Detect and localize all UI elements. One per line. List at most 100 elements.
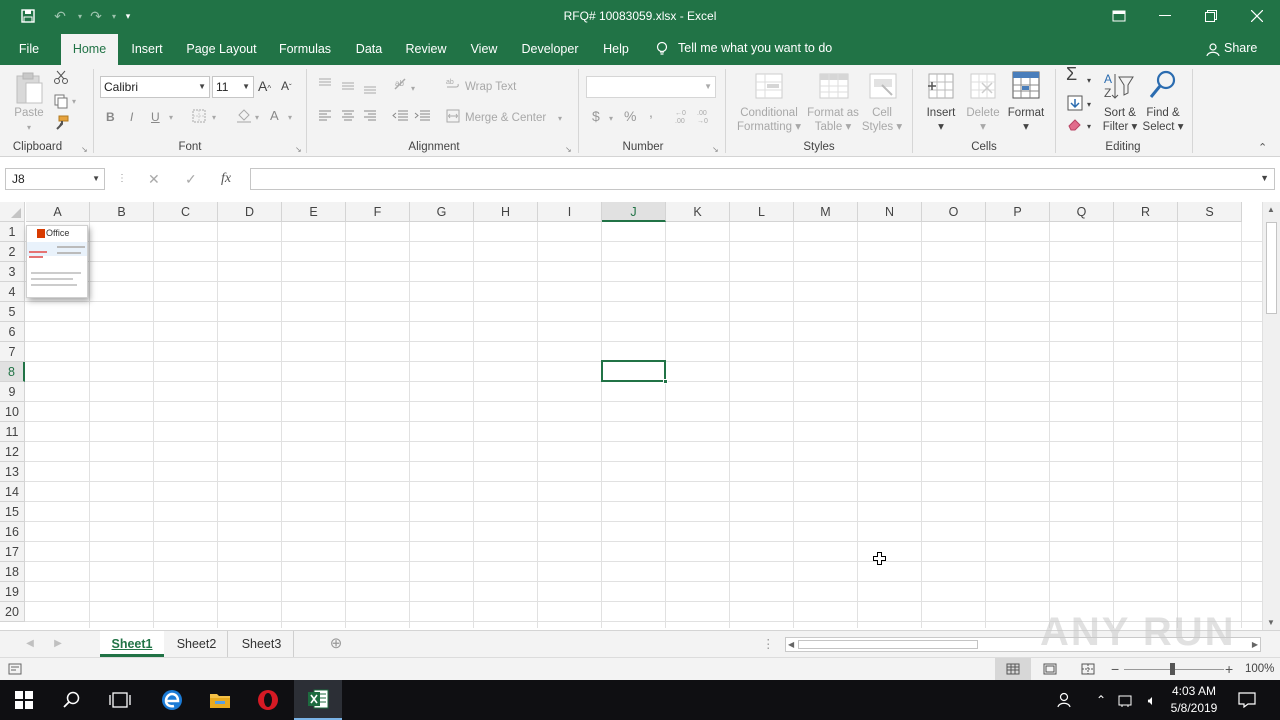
tab-splitter-icon[interactable]: ⋮ (762, 631, 775, 657)
task-view-icon[interactable] (96, 680, 144, 720)
show-hidden-icons-icon[interactable]: ⌃ (1090, 680, 1112, 720)
file-explorer-icon[interactable] (196, 680, 244, 720)
embedded-office-image[interactable]: Office (26, 225, 88, 298)
orientation-icon[interactable]: ab (393, 77, 409, 94)
top-align-icon[interactable] (317, 77, 333, 94)
merge-center-icon[interactable] (446, 109, 460, 126)
increase-decimal-icon[interactable]: ←0.00 (675, 108, 691, 127)
minimize-icon[interactable] (1142, 0, 1188, 32)
people-icon[interactable] (1044, 680, 1088, 720)
close-window-icon[interactable] (1234, 0, 1280, 32)
vertical-scrollbar[interactable]: ▲ ▼ (1262, 202, 1280, 632)
column-header[interactable]: R (1114, 202, 1178, 222)
tab-home[interactable]: Home (61, 34, 118, 65)
decrease-indent-icon[interactable] (391, 109, 409, 126)
name-box[interactable]: J8 ▼ (5, 168, 105, 190)
row-header[interactable]: 14 (0, 482, 25, 502)
column-header[interactable]: D (218, 202, 282, 222)
decrease-decimal-icon[interactable]: .00 →0 (697, 108, 713, 127)
merge-dropdown-icon[interactable]: ▾ (558, 112, 562, 126)
row-header[interactable]: 3 (0, 262, 25, 282)
font-launcher-icon[interactable]: ↘ (295, 145, 302, 154)
macro-recording-icon[interactable] (8, 663, 22, 678)
increase-indent-icon[interactable] (413, 109, 431, 126)
tab-file[interactable]: File (10, 34, 48, 65)
row-header[interactable]: 12 (0, 442, 25, 462)
cancel-icon[interactable]: ✕ (148, 168, 160, 190)
italic-button[interactable]: I (130, 110, 133, 124)
restore-icon[interactable] (1188, 0, 1234, 32)
excel-taskbar-icon[interactable] (294, 680, 342, 720)
row-header[interactable]: 10 (0, 402, 25, 422)
row-header[interactable]: 7 (0, 342, 25, 362)
autosum-dropdown-icon[interactable]: ▾ (1087, 74, 1091, 88)
row-header[interactable]: 11 (0, 422, 25, 442)
align-left-icon[interactable] (317, 109, 333, 126)
comma-button[interactable]: , (649, 105, 653, 119)
column-header[interactable]: J (602, 202, 666, 222)
collapse-ribbon-icon[interactable]: ⌃ (1258, 141, 1267, 154)
underline-dropdown-icon[interactable]: ▾ (169, 111, 173, 125)
zoom-slider-thumb[interactable] (1170, 663, 1175, 675)
bottom-align-icon[interactable] (362, 81, 378, 98)
format-cells-icon[interactable] (1010, 69, 1042, 104)
column-header[interactable]: Q (1050, 202, 1114, 222)
insert-cells-button[interactable]: Insert ▾ (918, 106, 964, 134)
fill-handle[interactable] (663, 379, 668, 384)
horizontal-scroll-thumb[interactable] (798, 640, 978, 649)
percent-button[interactable]: % (624, 109, 636, 123)
row-header[interactable]: 19 (0, 582, 25, 602)
row-header[interactable]: 16 (0, 522, 25, 542)
fill-dropdown-icon[interactable]: ▾ (1087, 98, 1091, 112)
prev-sheet-icon[interactable]: ◀ (22, 631, 38, 657)
cell-styles-icon[interactable] (868, 71, 898, 104)
font-color-dropdown-icon[interactable]: ▾ (288, 111, 292, 125)
delete-cells-button[interactable]: Delete ▾ (960, 106, 1006, 134)
row-header[interactable]: 2 (0, 242, 25, 262)
format-as-table-icon[interactable] (818, 71, 850, 104)
copy-dropdown-icon[interactable]: ▾ (72, 95, 76, 109)
sheet-tab-sheet2[interactable]: Sheet2 (166, 631, 228, 657)
insert-function-icon[interactable]: fx (221, 168, 231, 190)
paste-icon[interactable] (14, 71, 44, 108)
edge-browser-icon[interactable] (148, 680, 196, 720)
enter-icon[interactable]: ✓ (185, 168, 197, 190)
cell-styles-button[interactable]: Cell Styles ▾ (858, 106, 906, 134)
tab-page-layout[interactable]: Page Layout (180, 34, 263, 65)
font-size-select[interactable]: 11 ▼ (212, 76, 254, 98)
scroll-left-icon[interactable]: ◀ (788, 638, 794, 651)
normal-view-icon[interactable] (995, 658, 1031, 680)
vertical-scroll-thumb[interactable] (1266, 222, 1277, 314)
tab-view[interactable]: View (464, 34, 504, 65)
format-cells-button[interactable]: Format ▾ (1002, 106, 1050, 134)
row-header[interactable]: 17 (0, 542, 25, 562)
tab-review[interactable]: Review (400, 34, 452, 65)
page-layout-view-icon[interactable] (1043, 663, 1057, 678)
column-header[interactable]: E (282, 202, 346, 222)
autosum-icon[interactable]: Σ (1066, 65, 1077, 83)
action-center-icon[interactable] (1226, 680, 1268, 720)
conditional-formatting-button[interactable]: Conditional Formatting ▾ (732, 106, 806, 134)
column-header[interactable]: N (858, 202, 922, 222)
clear-eraser-icon[interactable] (1067, 117, 1083, 134)
page-break-preview-icon[interactable] (1081, 663, 1095, 678)
column-header[interactable]: F (346, 202, 410, 222)
row-header[interactable]: 8 (0, 362, 25, 382)
column-header[interactable]: I (538, 202, 602, 222)
worksheet-grid[interactable]: A B C D E F G H I J K L M N O P Q R S 1 2 3 4 5 6 7 8 9 10 11 12 13 14 15… (0, 202, 1262, 628)
middle-align-icon[interactable] (340, 79, 356, 96)
select-all-corner[interactable] (0, 202, 25, 222)
sheet-tab-sheet1[interactable]: Sheet1 (100, 631, 164, 657)
wrap-text-icon[interactable]: ab (446, 77, 460, 94)
paste-dropdown-icon[interactable]: ▾ (24, 121, 34, 135)
conditional-formatting-icon[interactable] (754, 71, 784, 104)
format-painter-icon[interactable] (53, 115, 69, 134)
taskbar-clock[interactable]: 4:03 AM 5/8/2019 (1166, 683, 1222, 717)
increase-font-size-icon[interactable]: A^ (258, 79, 271, 96)
column-header[interactable]: C (154, 202, 218, 222)
find-select-button[interactable]: Find & Select ▾ (1140, 106, 1186, 134)
ribbon-display-options-icon[interactable] (1096, 0, 1142, 32)
wrap-text-button[interactable]: Wrap Text (465, 80, 516, 94)
fill-color-dropdown-icon[interactable]: ▾ (255, 111, 259, 125)
formula-input[interactable]: ▼ (250, 168, 1275, 190)
